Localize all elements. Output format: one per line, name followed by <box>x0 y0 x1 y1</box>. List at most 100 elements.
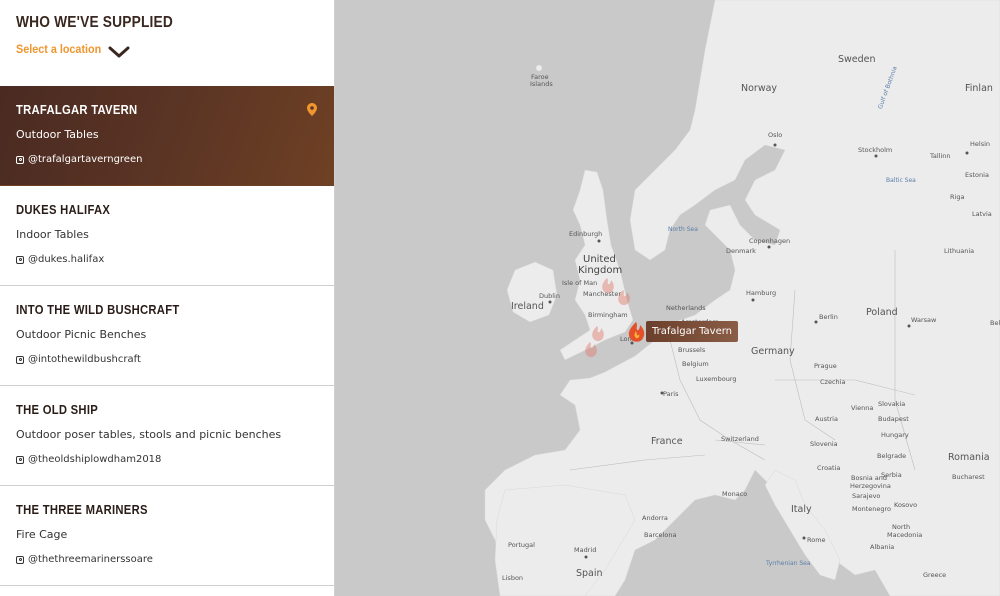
label-lisbon: Lisbon <box>502 574 523 582</box>
label-albania: Albania <box>870 543 894 551</box>
label-belarus: Bela <box>990 319 1000 327</box>
locations-sidebar: WHO WE'VE SUPPLIED Select a location TRA… <box>0 0 335 596</box>
instagram-icon <box>16 355 24 364</box>
label-greece: Greece <box>923 571 946 579</box>
label-romania: Romania <box>948 452 990 463</box>
label-spain: Spain <box>576 568 603 579</box>
location-instagram[interactable]: @trafalgartaverngreen <box>16 154 318 165</box>
label-norway: Norway <box>741 83 777 94</box>
instagram-handle[interactable]: @trafalgartaverngreen <box>28 154 142 165</box>
label-ireland: Ireland <box>511 301 544 312</box>
label-france: France <box>651 436 683 447</box>
sidebar-title: WHO WE'VE SUPPLIED <box>16 14 173 31</box>
label-birmingham: Birmingham <box>588 311 628 319</box>
label-netherlands: Netherlands <box>666 304 706 312</box>
label-belgrade: Belgrade <box>877 452 906 460</box>
label-czechia: Czechia <box>820 378 845 386</box>
location-name: TRAFALGAR TAVERN <box>16 103 138 117</box>
map-pin-icon[interactable] <box>307 103 317 116</box>
label-finland: Finlan <box>965 83 993 94</box>
chevron-down-icon[interactable] <box>108 46 130 58</box>
map-marker-tooltip: Trafalgar Tavern <box>646 321 738 342</box>
fire-marker-active-icon[interactable] <box>628 322 645 342</box>
label-croatia: Croatia <box>817 464 840 472</box>
label-brussels: Brussels <box>678 346 706 354</box>
label-berlin: Berlin <box>819 313 838 321</box>
label-andorra: Andorra <box>642 514 668 522</box>
location-description: Outdoor poser tables, stools and picnic … <box>16 428 282 441</box>
label-bucharest: Bucharest <box>952 473 985 481</box>
label-paris: Paris <box>663 390 679 398</box>
instagram-handle[interactable]: @theoldshiplowdham2018 <box>28 454 161 465</box>
label-estonia: Estonia <box>965 171 989 179</box>
label-macedonia: Macedonia <box>887 531 922 539</box>
location-instagram[interactable]: @thethreemarinerssoare <box>16 554 318 565</box>
label-oslo: Oslo <box>768 131 782 139</box>
label-north: North <box>892 523 910 531</box>
label-belgium: Belgium <box>682 360 709 368</box>
label-madrid: Madrid <box>574 546 596 554</box>
label-luxembourg: Luxembourg <box>696 375 737 383</box>
label-uk-1: United <box>583 254 616 265</box>
label-uk-2: Kingdom <box>578 265 622 276</box>
location-description: Fire Cage <box>16 528 68 541</box>
label-switzerland: Switzerland <box>721 435 759 443</box>
label-poland: Poland <box>866 307 898 318</box>
location-item-into-the-wild-bushcraft[interactable]: INTO THE WILD BUSHCRAFT Outdoor Picnic B… <box>0 286 334 386</box>
instagram-handle[interactable]: @thethreemarinerssoare <box>28 554 153 565</box>
instagram-icon <box>16 255 24 264</box>
label-prague: Prague <box>814 362 837 370</box>
label-montenegro: Montenegro <box>852 505 891 513</box>
label-tallinn: Tallinn <box>929 152 951 160</box>
location-item-the-old-ship[interactable]: THE OLD SHIP Outdoor poser tables, stool… <box>0 386 334 486</box>
label-denmark: Denmark <box>726 247 756 255</box>
location-select-label: Select a location <box>16 42 102 56</box>
instagram-icon <box>16 555 24 564</box>
location-select[interactable]: Select a location <box>16 40 318 58</box>
label-portugal: Portugal <box>508 541 535 549</box>
instagram-icon <box>16 155 24 164</box>
label-kosovo: Kosovo <box>894 501 917 509</box>
location-description: Outdoor Picnic Benches <box>16 328 147 341</box>
label-helsinki: Helsin <box>970 140 990 148</box>
label-slovenia: Slovenia <box>810 440 838 448</box>
label-tyrrhenian-sea: Tyrrhenian Sea <box>765 560 811 567</box>
label-hamburg: Hamburg <box>746 289 776 297</box>
location-item-the-three-mariners[interactable]: THE THREE MARINERS Fire Cage @thethreema… <box>0 486 334 586</box>
label-germany: Germany <box>751 346 795 357</box>
label-latvia: Latvia <box>972 210 992 218</box>
instagram-handle[interactable]: @dukes.halifax <box>28 254 104 265</box>
label-barcelona: Barcelona <box>644 531 676 539</box>
label-bosnia-2: Herzegovina <box>850 482 891 490</box>
label-bosnia-1: Bosnia and <box>851 474 887 482</box>
location-name: THE THREE MARINERS <box>16 503 148 517</box>
label-sarajevo: Sarajevo <box>852 492 880 500</box>
label-riga: Riga <box>950 193 964 201</box>
location-name: THE OLD SHIP <box>16 403 98 417</box>
label-hungary: Hungary <box>881 431 909 439</box>
label-manchester: Manchester <box>583 290 621 298</box>
label-islands: Islands <box>530 80 553 88</box>
label-copenhagen: Copenhagen <box>749 237 790 245</box>
location-name: DUKES HALIFAX <box>16 203 111 217</box>
label-north-sea: North Sea <box>668 226 698 233</box>
label-warsaw: Warsaw <box>911 316 937 324</box>
label-slovakia: Slovakia <box>878 400 905 408</box>
location-instagram[interactable]: @intothewildbushcraft <box>16 354 318 365</box>
label-austria: Austria <box>815 415 838 423</box>
location-item-dukes-halifax[interactable]: DUKES HALIFAX Indoor Tables @dukes.halif… <box>0 186 334 286</box>
label-monaco: Monaco <box>722 490 747 498</box>
location-description: Indoor Tables <box>16 228 89 241</box>
label-stockholm: Stockholm <box>858 146 892 154</box>
instagram-handle[interactable]: @intothewildbushcraft <box>28 354 141 365</box>
map-canvas[interactable]: North Sea Baltic Sea Tyrrhenian Sea Gulf… <box>335 0 1000 596</box>
location-instagram[interactable]: @dukes.halifax <box>16 254 318 265</box>
location-instagram[interactable]: @theoldshiplowdham2018 <box>16 454 318 465</box>
label-budapest: Budapest <box>878 415 909 423</box>
sidebar-header: WHO WE'VE SUPPLIED Select a location <box>0 0 334 86</box>
label-isle-of-man: Isle of Man <box>562 279 597 287</box>
label-lithuania: Lithuania <box>944 247 974 255</box>
location-item-trafalgar-tavern[interactable]: TRAFALGAR TAVERN Outdoor Tables @trafalg… <box>0 86 334 186</box>
map-svg: North Sea Baltic Sea Tyrrhenian Sea Gulf… <box>484 0 1000 596</box>
label-vienna: Vienna <box>851 404 873 412</box>
